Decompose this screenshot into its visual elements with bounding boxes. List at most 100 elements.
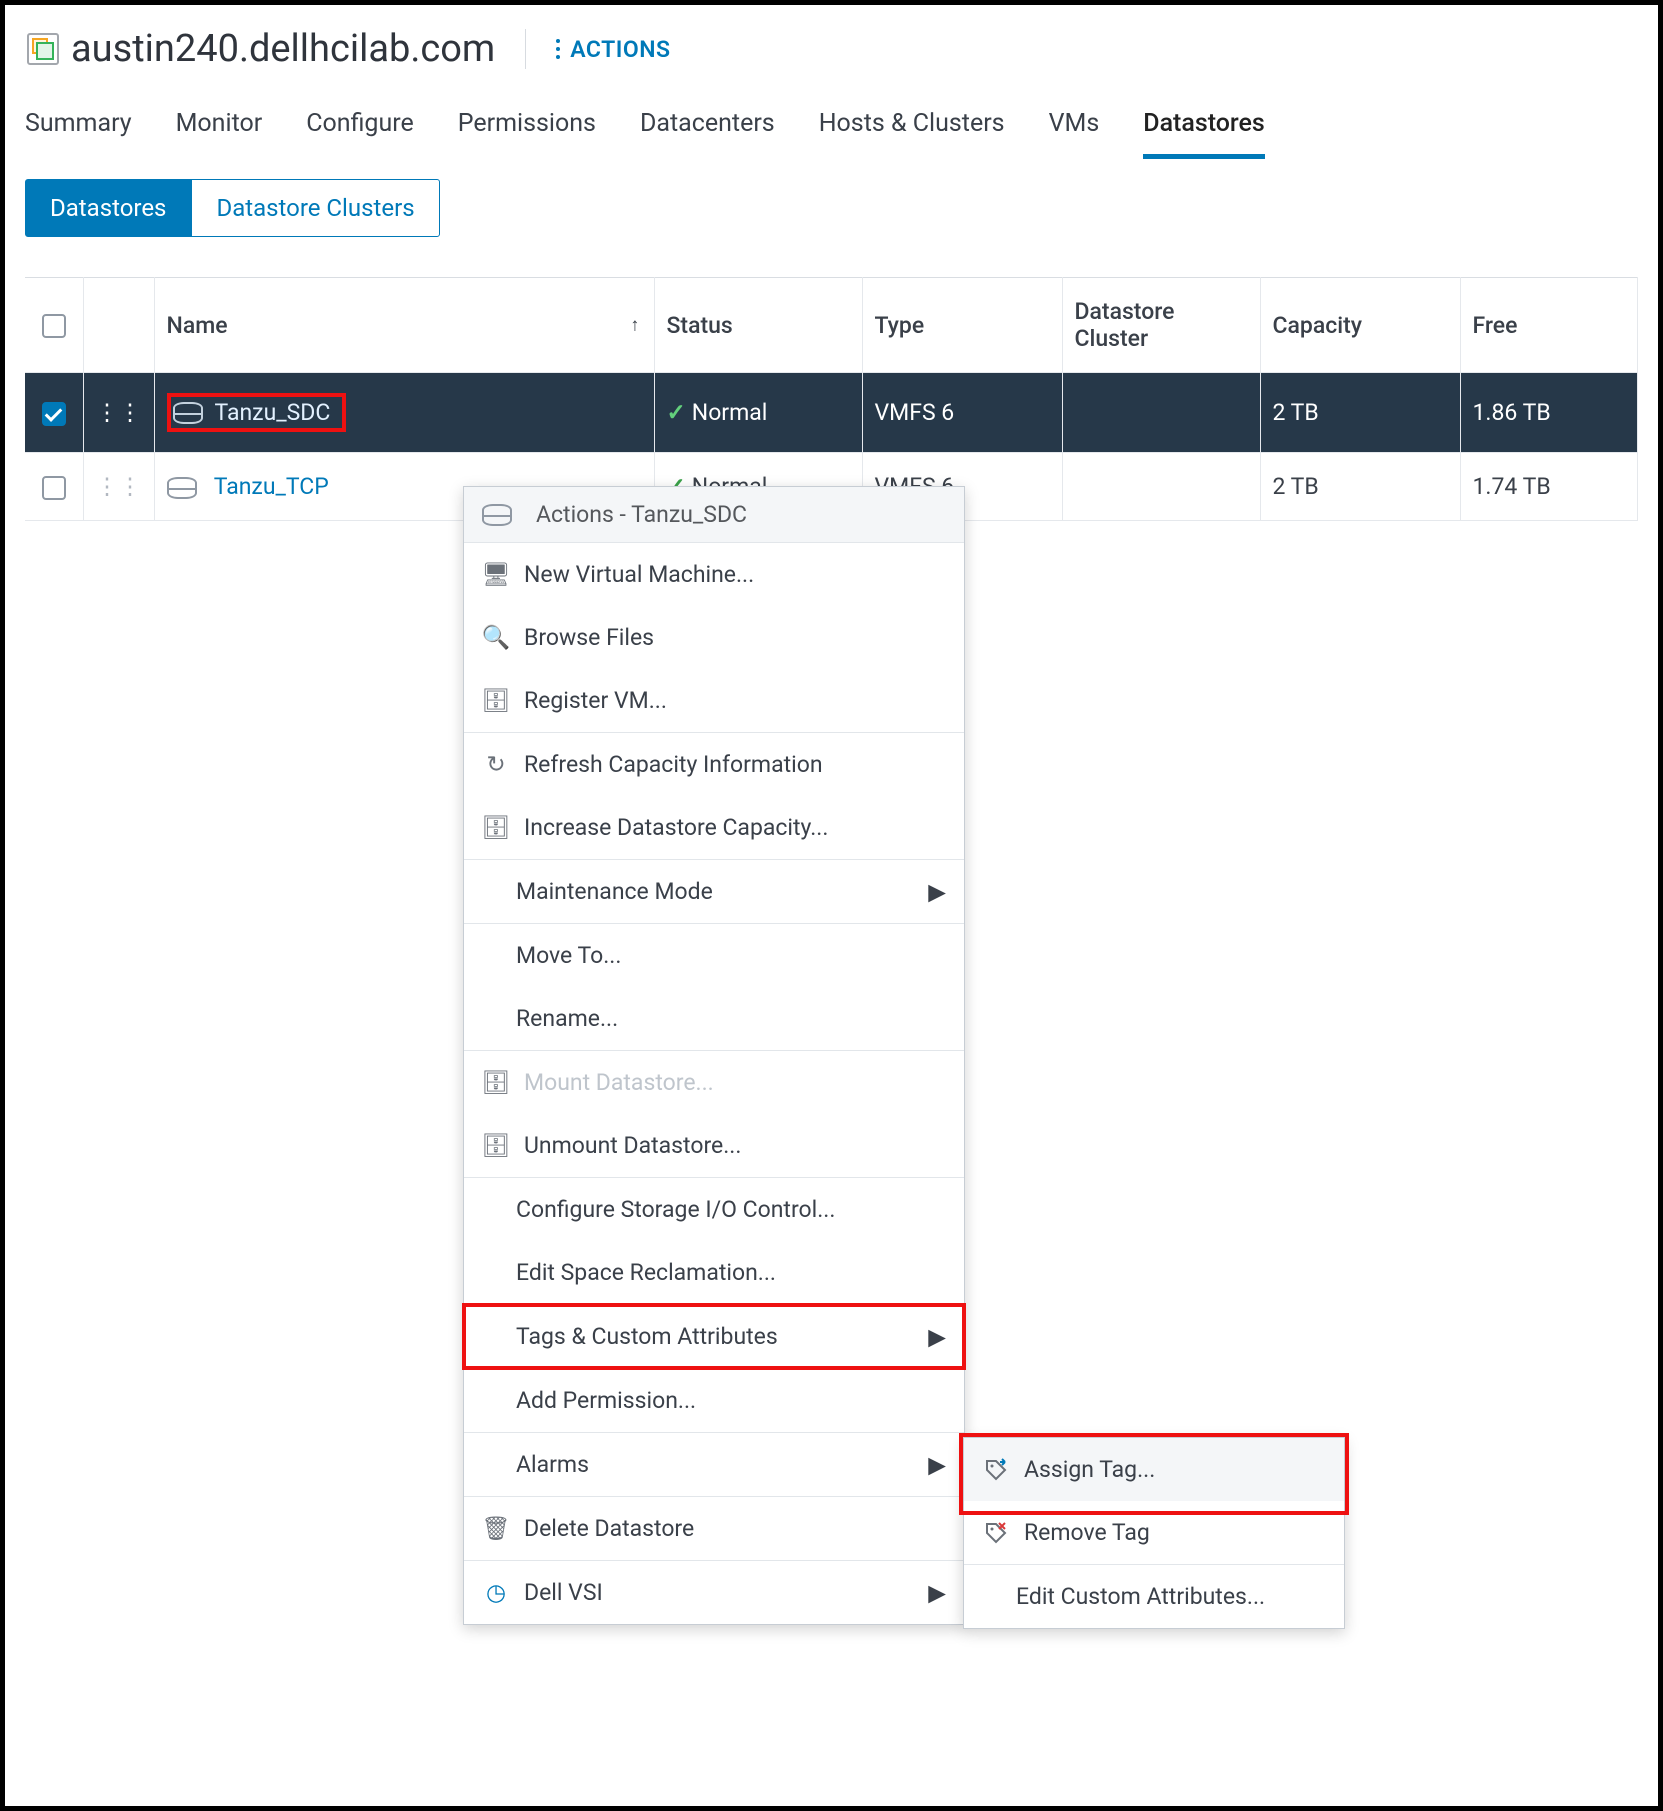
- new-vm-icon: 🖥: [482, 561, 510, 588]
- tab-monitor[interactable]: Monitor: [176, 101, 263, 159]
- menu-label: Refresh Capacity Information: [524, 751, 823, 778]
- menu-dell-vsi[interactable]: ◷Dell VSI▶: [464, 1561, 964, 1624]
- kebab-icon: [556, 39, 560, 59]
- cell-cluster: [1062, 373, 1260, 453]
- tab-configure[interactable]: Configure: [306, 101, 414, 159]
- menu-refresh-capacity[interactable]: ↻ Refresh Capacity Information: [464, 733, 964, 796]
- col-type[interactable]: Type: [862, 278, 1062, 373]
- tab-datastores[interactable]: Datastores: [1143, 101, 1265, 159]
- menu-maintenance-mode[interactable]: Maintenance Mode ▶: [464, 860, 964, 923]
- page-header: austin240.dellhcilab.com ACTIONS: [5, 5, 1658, 89]
- menu-label: Unmount Datastore...: [524, 1132, 741, 1159]
- submenu-arrow-icon: ▶: [928, 1451, 946, 1478]
- status-ok-icon: ✓: [667, 399, 686, 426]
- submenu-edit-custom-attributes[interactable]: Edit Custom Attributes...: [964, 1565, 1344, 1628]
- tags-submenu: Assign Tag... Remove Tag Edit Custom Att…: [963, 1437, 1345, 1629]
- header-drag-cell: [83, 278, 154, 373]
- actions-menu-button[interactable]: ACTIONS: [556, 36, 670, 63]
- tab-datacenters[interactable]: Datacenters: [640, 101, 775, 159]
- row-checkbox-cell: [25, 453, 83, 521]
- sub-tabs: Datastores Datastore Clusters: [5, 159, 1658, 277]
- menu-unmount-datastore[interactable]: 🗄Unmount Datastore...: [464, 1114, 964, 1177]
- menu-storage-io-control[interactable]: Configure Storage I/O Control...: [464, 1178, 964, 1241]
- cell-free: 1.74 TB: [1460, 453, 1638, 521]
- mount-icon: 🗄: [482, 1069, 510, 1096]
- menu-add-permission[interactable]: Add Permission...: [464, 1369, 964, 1432]
- select-all-checkbox[interactable]: [42, 314, 66, 338]
- table-header-row: Name↑ Status Type Datastore Cluster Capa…: [25, 278, 1638, 373]
- context-menu-title: Actions - Tanzu_SDC: [464, 487, 964, 543]
- col-status[interactable]: Status: [654, 278, 862, 373]
- subtab-datastore-clusters[interactable]: Datastore Clusters: [191, 179, 439, 237]
- menu-label: Add Permission...: [516, 1387, 696, 1414]
- row-drag-handle[interactable]: ⋮⋮: [83, 373, 154, 453]
- row-checkbox-cell: [25, 373, 83, 453]
- cell-type: VMFS 6: [862, 373, 1062, 453]
- menu-rename[interactable]: Rename...: [464, 987, 964, 1050]
- delete-icon: 🗑: [482, 1515, 510, 1542]
- refresh-icon: ↻: [482, 751, 510, 778]
- menu-tags-custom-attributes[interactable]: Tags & Custom Attributes▶: [464, 1305, 964, 1368]
- submenu-label: Edit Custom Attributes...: [1016, 1583, 1265, 1610]
- cell-cluster: [1062, 453, 1260, 521]
- menu-label: New Virtual Machine...: [524, 561, 754, 588]
- submenu-arrow-icon: ▶: [928, 1323, 946, 1350]
- menu-label: Rename...: [516, 1005, 618, 1032]
- row-checkbox[interactable]: [42, 402, 66, 426]
- status-text: Normal: [692, 399, 768, 426]
- menu-label: Increase Datastore Capacity...: [524, 814, 828, 841]
- datastore-table: Name↑ Status Type Datastore Cluster Capa…: [25, 277, 1638, 521]
- subtab-datastores[interactable]: Datastores: [25, 179, 191, 237]
- main-tabs: Summary Monitor Configure Permissions Da…: [5, 101, 1658, 159]
- tab-permissions[interactable]: Permissions: [458, 101, 596, 159]
- datastore-table-wrap: Name↑ Status Type Datastore Cluster Capa…: [5, 277, 1658, 521]
- cell-free: 1.86 TB: [1460, 373, 1638, 453]
- row-drag-handle[interactable]: ⋮⋮: [83, 453, 154, 521]
- menu-label: Delete Datastore: [524, 1515, 694, 1542]
- datastore-link[interactable]: Tanzu_TCP: [214, 473, 329, 500]
- row-checkbox[interactable]: [42, 476, 66, 500]
- menu-space-reclamation[interactable]: Edit Space Reclamation...: [464, 1241, 964, 1304]
- cell-name: Tanzu_SDC: [154, 373, 654, 453]
- divider: [525, 29, 526, 69]
- menu-delete-datastore[interactable]: 🗑 Delete Datastore: [464, 1497, 964, 1560]
- datastore-icon: [482, 504, 512, 526]
- menu-increase-capacity[interactable]: 🗄 Increase Datastore Capacity...: [464, 796, 964, 859]
- assign-tag-icon: [982, 1458, 1010, 1482]
- col-name-label: Name: [167, 312, 228, 339]
- submenu-assign-tag[interactable]: Assign Tag...: [964, 1438, 1344, 1501]
- tab-vms[interactable]: VMs: [1049, 101, 1100, 159]
- header-checkbox-cell: [25, 278, 83, 373]
- menu-register-vm[interactable]: 🗄 Register VM...: [464, 669, 964, 732]
- menu-label: Edit Space Reclamation...: [516, 1259, 776, 1286]
- col-cluster[interactable]: Datastore Cluster: [1062, 278, 1260, 373]
- menu-label: Register VM...: [524, 687, 667, 714]
- submenu-arrow-icon: ▶: [928, 878, 946, 905]
- context-menu-title-text: Actions - Tanzu_SDC: [536, 501, 747, 528]
- menu-label: Configure Storage I/O Control...: [516, 1196, 835, 1223]
- submenu-label: Assign Tag...: [1024, 1456, 1155, 1483]
- dell-vsi-icon: ◷: [482, 1579, 510, 1606]
- register-icon: 🗄: [482, 687, 510, 714]
- col-free[interactable]: Free: [1460, 278, 1638, 373]
- tab-summary[interactable]: Summary: [25, 101, 132, 159]
- submenu-remove-tag[interactable]: Remove Tag: [964, 1501, 1344, 1564]
- menu-new-vm[interactable]: 🖥 New Virtual Machine...: [464, 543, 964, 606]
- menu-mount-datastore: 🗄Mount Datastore...: [464, 1051, 964, 1114]
- menu-alarms[interactable]: Alarms▶: [464, 1433, 964, 1496]
- cell-capacity: 2 TB: [1260, 453, 1460, 521]
- datastore-link[interactable]: Tanzu_SDC: [215, 399, 331, 426]
- col-capacity[interactable]: Capacity: [1260, 278, 1460, 373]
- actions-label: ACTIONS: [570, 36, 670, 63]
- table-row[interactable]: ⋮⋮ Tanzu_SDC ✓Normal VMFS 6 2 TB 1.86 TB: [25, 373, 1638, 453]
- tab-hosts-clusters[interactable]: Hosts & Clusters: [819, 101, 1005, 159]
- page-title: austin240.dellhcilab.com: [71, 27, 495, 71]
- vcenter-icon: [27, 33, 59, 65]
- menu-label: Maintenance Mode: [516, 878, 713, 905]
- menu-move-to[interactable]: Move To...: [464, 924, 964, 987]
- submenu-label: Remove Tag: [1024, 1519, 1150, 1546]
- increase-icon: 🗄: [482, 814, 510, 841]
- col-name[interactable]: Name↑: [154, 278, 654, 373]
- menu-browse-files[interactable]: 🔍Browse Files: [464, 606, 964, 669]
- datastore-icon: [167, 477, 197, 499]
